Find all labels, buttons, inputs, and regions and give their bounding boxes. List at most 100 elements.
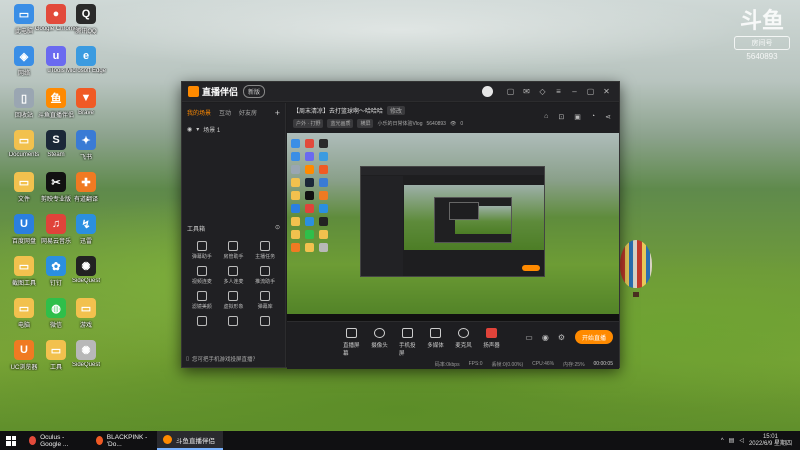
add-scene-button[interactable]: + xyxy=(275,108,280,118)
tab-interaction[interactable]: 互动 xyxy=(219,108,231,118)
live-timer: 00:00:05 xyxy=(593,361,613,367)
network-icon[interactable]: ▤ xyxy=(729,437,735,444)
app-icon: ✺ xyxy=(76,256,96,276)
tool-item[interactable]: 滤镜美颜 xyxy=(186,291,218,310)
dropped-frames: 丢帧:0(0.00%) xyxy=(491,361,524,368)
expand-icon[interactable]: ▾ xyxy=(196,126,199,133)
sidebar-tip-text: 您可把手机游戏投屏直播？ xyxy=(192,357,259,363)
screen-share-button[interactable]: 直播屏幕 xyxy=(343,328,360,357)
desktop-icon[interactable]: ↯ 迅雷 xyxy=(66,214,106,245)
clock-time: 15:01 xyxy=(762,433,778,440)
microphone-button[interactable]: 麦克风 xyxy=(455,328,472,357)
preview-icon xyxy=(291,230,300,239)
gift-box-icon[interactable]: ▣ xyxy=(574,113,581,121)
start-live-button[interactable]: 开始直播 xyxy=(575,330,613,344)
user-avatar[interactable] xyxy=(482,86,493,97)
tool-item[interactable]: 弹幕助手 xyxy=(186,241,218,260)
douyu-watermark: 斗鱼 房间号 5640893 xyxy=(734,10,790,61)
desktop-icon[interactable]: ✦ 飞书 xyxy=(66,130,106,161)
app-icon: ↯ xyxy=(76,214,96,234)
close-icon[interactable]: ✕ xyxy=(600,87,613,96)
tool-item[interactable] xyxy=(186,316,218,328)
eye-preview-icon[interactable]: ◉ xyxy=(542,333,549,342)
tool-item[interactable]: 房管助手 xyxy=(218,241,250,260)
app-icon: Q xyxy=(76,4,96,24)
quality-select[interactable]: 蓝光画质 xyxy=(327,119,354,128)
sidebar-tip[interactable]: ▯ 您可把手机游戏投屏直播？ xyxy=(186,355,258,363)
version-badge[interactable]: 新版 xyxy=(243,85,266,98)
desktop-icon-label: SideQuest xyxy=(71,362,101,368)
bell-icon[interactable]: ◔ xyxy=(591,113,595,121)
lock-icon[interactable]: ⊡ xyxy=(558,113,564,121)
source-controls: 直播屏幕 摄像头 手机投屏 多媒体 麦克风 扬声器 xyxy=(343,328,500,357)
tool-item[interactable]: 虚拟形象 xyxy=(218,291,250,310)
tool-item[interactable]: 多人连麦 xyxy=(218,266,250,285)
tool-label: 弹幕库 xyxy=(257,304,273,310)
tool-item[interactable] xyxy=(218,316,250,328)
media-button[interactable]: 多媒体 xyxy=(427,328,444,357)
gift-icon[interactable]: ◇ xyxy=(536,87,549,96)
tool-icon xyxy=(228,316,239,326)
preview-icon xyxy=(291,217,300,226)
tab-friend-room[interactable]: 好友房 xyxy=(239,108,257,118)
tool-item[interactable]: 视频连麦 xyxy=(186,266,218,285)
share-icon[interactable]: ⋖ xyxy=(605,113,611,121)
speaker-button[interactable]: 扬声器 xyxy=(483,328,500,357)
preview-icon xyxy=(305,204,314,213)
record-icon[interactable]: ▭ xyxy=(525,333,533,342)
inner-preview xyxy=(404,185,544,251)
tool-label: 多人连麦 xyxy=(223,279,244,285)
start-button[interactable] xyxy=(0,431,22,450)
hot-air-balloon xyxy=(620,240,652,288)
volume-icon[interactable]: ◁ xyxy=(739,437,744,444)
tool-item[interactable]: 推流助手 xyxy=(249,266,281,285)
toolbox-more-icon[interactable]: ⊙ xyxy=(275,224,280,233)
maximize-icon[interactable]: ▢ xyxy=(584,87,597,96)
tray-chevron-icon[interactable]: ^ xyxy=(721,438,724,444)
watermark-logo: 斗鱼 xyxy=(739,9,784,34)
preview-icon xyxy=(305,152,314,161)
control-label: 麦克风 xyxy=(455,343,472,349)
settings-icon[interactable]: ⚙ xyxy=(558,333,565,342)
desktop-icon-label: Brave xyxy=(78,110,94,116)
mail-icon[interactable]: ✉ xyxy=(520,87,533,96)
tab-my-scenes[interactable]: 我的场景 xyxy=(187,108,211,118)
preview-icon xyxy=(291,139,300,148)
app-icon: ● xyxy=(46,4,66,24)
taskbar-app[interactable]: BLACKPINK - 'Do... xyxy=(90,431,156,450)
desktop-icon[interactable]: ✺ SideQuest xyxy=(66,340,106,368)
shop-icon[interactable]: ⌂ xyxy=(544,113,548,121)
camera-button[interactable]: 摄像头 xyxy=(371,328,388,357)
clock[interactable]: 15:01 2022/6/9 星期四 xyxy=(749,434,792,448)
scene-item[interactable]: ◉ ▾ 场景 1 xyxy=(182,123,285,136)
tool-label: 主播任务 xyxy=(255,254,276,260)
tool-item[interactable]: 弹幕库 xyxy=(249,291,281,310)
taskbar-app[interactable]: Oculus - Google ... xyxy=(23,431,89,450)
tool-icon xyxy=(196,291,207,301)
viewer-icon: 👁 xyxy=(449,120,457,127)
desktop-icon[interactable]: e Microsoft Edge xyxy=(66,46,106,74)
desktop-icon[interactable]: Q 腾讯QQ xyxy=(66,4,106,35)
desktop-icon[interactable]: ✺ SideQuest xyxy=(66,256,106,284)
tool-item[interactable]: 主播任务 xyxy=(249,241,281,260)
desktop-icon[interactable]: ▭ 游戏 xyxy=(66,298,106,329)
room-header: 【周末清凉】去打篮球啊～哈哈哈 修改 户外 · 打野 蓝光画质 横屏 小乐的日常… xyxy=(287,103,619,133)
desktop-icon[interactable]: ✚ 有道翻译 xyxy=(66,172,106,203)
phone-cast-button[interactable]: 手机投屏 xyxy=(399,328,416,357)
tool-item[interactable] xyxy=(249,316,281,328)
control-icon xyxy=(486,328,497,338)
category-chip[interactable]: 户外 · 打野 xyxy=(293,119,324,128)
menu-icon[interactable]: ≡ xyxy=(552,87,565,96)
header-actions: ⌂ ⊡ ▣ ◔ ⋖ xyxy=(544,113,611,121)
edit-title-button[interactable]: 修改 xyxy=(387,106,406,115)
desktop-icon[interactable]: ▼ Brave xyxy=(66,88,106,116)
room-title: 【周末清凉】去打篮球啊～哈哈哈 xyxy=(293,109,384,115)
minimize-icon[interactable]: – xyxy=(568,87,581,96)
orientation-chip[interactable]: 横屏 xyxy=(357,119,374,128)
stream-preview[interactable] xyxy=(287,133,619,321)
app-icon: S xyxy=(46,130,66,150)
taskbar-app[interactable]: 斗鱼直播伴侣 xyxy=(157,431,223,450)
eye-icon[interactable]: ◉ xyxy=(187,126,192,133)
message-icon[interactable]: ▢ xyxy=(504,87,517,96)
app-icon: ▭ xyxy=(46,340,66,360)
